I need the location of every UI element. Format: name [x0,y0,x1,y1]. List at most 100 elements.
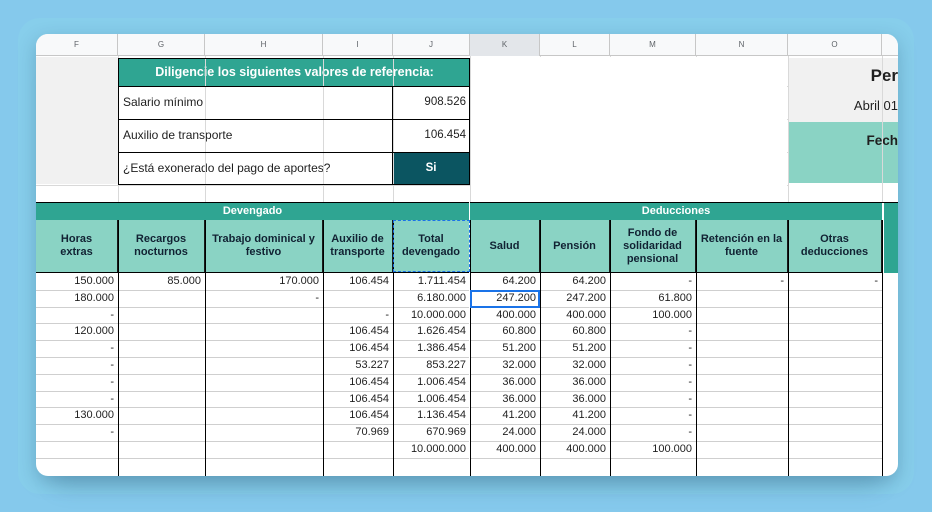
table-cell[interactable]: - [36,357,118,374]
table-cell[interactable]: - [610,374,696,391]
table-cell[interactable] [118,424,205,441]
table-cell[interactable] [118,407,205,424]
table-cell[interactable]: 24.000 [540,424,610,441]
table-cell[interactable] [788,391,882,408]
table-cell[interactable]: 64.200 [470,273,540,290]
table-cell[interactable]: 51.200 [540,340,610,357]
table-cell[interactable]: 400.000 [470,441,540,458]
table-cell[interactable]: - [610,273,696,290]
table-cell[interactable] [205,441,323,458]
reference-label-salario[interactable]: Salario mínimo [119,86,392,118]
table-cell[interactable] [205,340,323,357]
table-cell[interactable] [696,407,788,424]
table-cell[interactable]: - [36,340,118,357]
column-header-k[interactable]: K [470,34,540,56]
table-cell[interactable]: 1.386.454 [393,340,470,357]
column-header-o[interactable]: O [788,34,882,56]
table-cell[interactable] [696,424,788,441]
table-cell[interactable]: 247.200 [540,290,610,307]
column-header-i[interactable]: I [323,34,393,56]
table-cell[interactable]: - [323,307,393,324]
table-cell[interactable] [788,407,882,424]
table-cell[interactable]: 400.000 [540,441,610,458]
table-cell[interactable]: 106.454 [323,323,393,340]
table-cell[interactable] [118,340,205,357]
table-cell[interactable]: 100.000 [610,307,696,324]
column-header-g[interactable]: G [118,34,205,56]
table-cell[interactable]: 53.227 [323,357,393,374]
table-cell[interactable]: 170.000 [205,273,323,290]
table-cell[interactable]: - [36,374,118,391]
table-cell[interactable] [788,323,882,340]
table-cell[interactable]: 36.000 [470,374,540,391]
table-cell[interactable] [696,307,788,324]
table-cell[interactable]: 853.227 [393,357,470,374]
table-cell[interactable] [118,323,205,340]
table-cell[interactable]: 61.800 [610,290,696,307]
table-cell[interactable] [205,407,323,424]
column-header-j[interactable]: J [393,34,470,56]
reference-value-exonerado[interactable]: Si [392,152,470,184]
table-cell[interactable]: 130.000 [36,407,118,424]
reference-value-salario[interactable]: 908.526 [392,86,470,118]
table-cell[interactable]: 10.000.000 [393,307,470,324]
table-cell[interactable] [118,374,205,391]
table-cell[interactable]: - [205,290,323,307]
table-cell[interactable] [118,357,205,374]
table-cell[interactable]: 36.000 [470,391,540,408]
table-cell[interactable] [788,340,882,357]
table-cell[interactable]: - [610,323,696,340]
table-cell[interactable]: 106.454 [323,374,393,391]
table-cell[interactable]: 1.626.454 [393,323,470,340]
table-cell[interactable]: 6.180.000 [393,290,470,307]
table-cell[interactable]: - [36,424,118,441]
table-cell[interactable]: - [788,273,882,290]
table-cell[interactable] [323,441,393,458]
table-cell[interactable]: 60.800 [540,323,610,340]
reference-label-auxilio[interactable]: Auxilio de transporte [119,119,392,151]
table-cell[interactable]: - [610,391,696,408]
table-cell[interactable] [36,441,118,458]
table-cell[interactable]: 100.000 [610,441,696,458]
table-cell[interactable]: 400.000 [470,307,540,324]
table-cell[interactable]: 670.969 [393,424,470,441]
table-cell[interactable]: 24.000 [470,424,540,441]
table-cell[interactable] [788,374,882,391]
table-cell[interactable]: - [610,357,696,374]
table-cell[interactable] [205,374,323,391]
table-cell[interactable]: 120.000 [36,323,118,340]
table-cell[interactable]: 1.006.454 [393,374,470,391]
table-cell[interactable]: 106.454 [323,273,393,290]
reference-value-auxilio[interactable]: 106.454 [392,119,470,151]
column-header-h[interactable]: H [205,34,323,56]
table-cell[interactable] [696,391,788,408]
table-cell[interactable] [205,357,323,374]
table-cell[interactable]: 41.200 [470,407,540,424]
table-cell[interactable] [205,391,323,408]
table-cell[interactable] [118,290,205,307]
table-cell[interactable] [788,357,882,374]
table-cell[interactable]: 85.000 [118,273,205,290]
table-cell[interactable]: 106.454 [323,391,393,408]
table-cell[interactable]: 32.000 [540,357,610,374]
table-cell[interactable]: 1.006.454 [393,391,470,408]
table-cell[interactable]: 60.800 [470,323,540,340]
table-cell[interactable]: 51.200 [470,340,540,357]
table-cell[interactable] [205,307,323,324]
table-cell[interactable]: 70.969 [323,424,393,441]
reference-label-exonerado[interactable]: ¿Está exonerado del pago de aportes? [119,152,392,184]
table-cell[interactable] [696,441,788,458]
column-header-m[interactable]: M [610,34,696,56]
table-cell[interactable] [118,441,205,458]
table-cell[interactable]: 400.000 [540,307,610,324]
table-cell[interactable] [696,374,788,391]
spreadsheet-grid[interactable]: FGHIJKLMNO Diligencie los siguientes val… [36,34,898,476]
table-cell[interactable] [788,441,882,458]
column-header-l[interactable]: L [540,34,610,56]
table-cell[interactable]: - [36,307,118,324]
table-cell[interactable] [788,290,882,307]
table-cell[interactable]: 41.200 [540,407,610,424]
table-cell[interactable]: 1.136.454 [393,407,470,424]
table-cell[interactable] [788,307,882,324]
table-cell[interactable] [696,323,788,340]
